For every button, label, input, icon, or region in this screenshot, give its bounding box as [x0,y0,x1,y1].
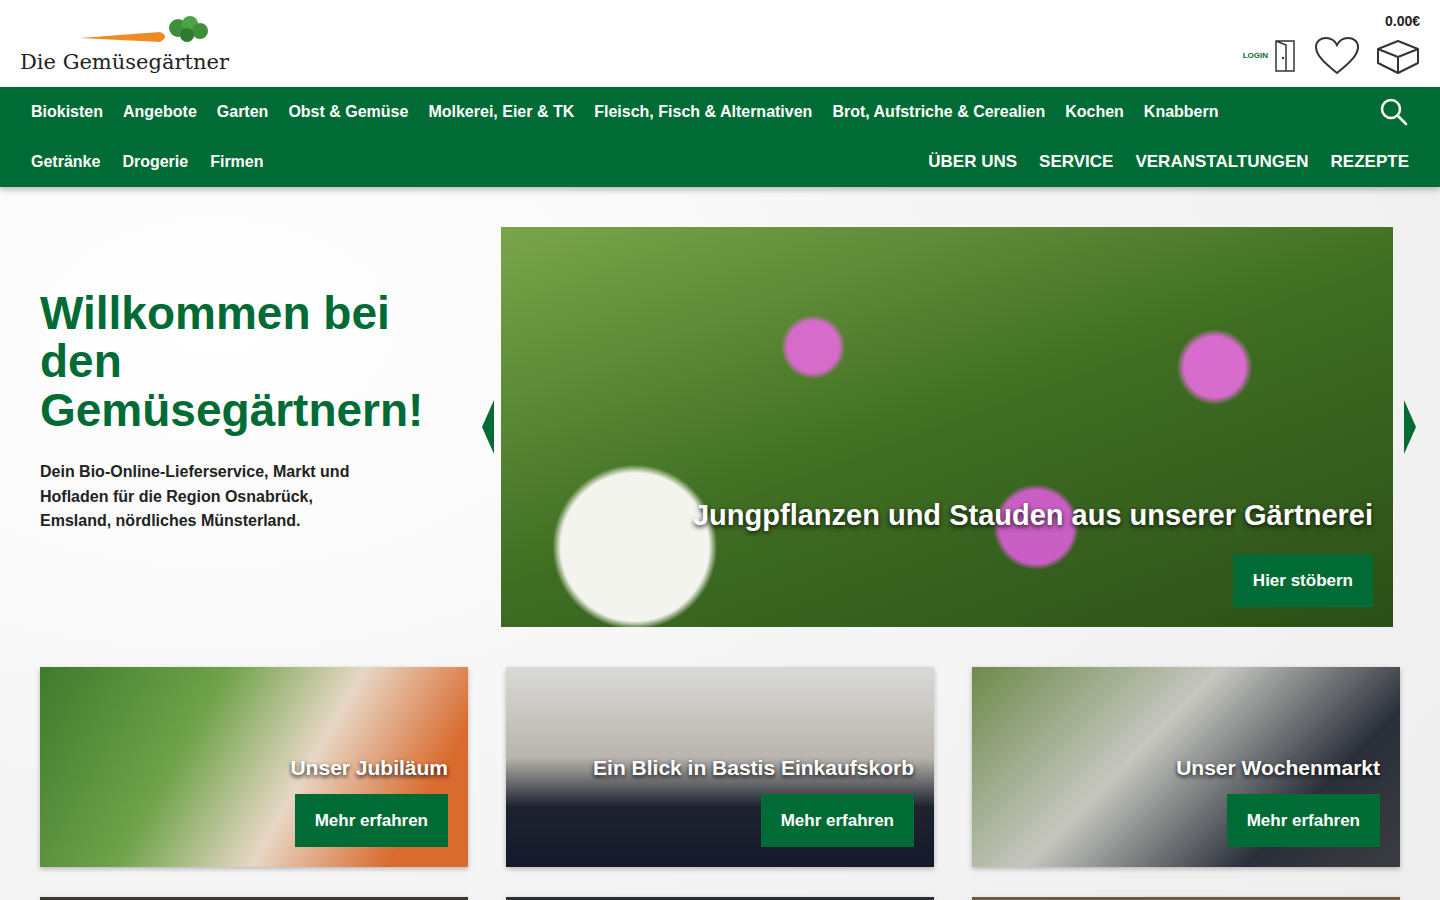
info-link[interactable]: REZEPTE [1331,149,1409,175]
info-link[interactable]: SERVICE [1039,149,1113,175]
chevron-left-icon [480,398,496,456]
nav-main: Biokisten Angebote Garten Obst & Gemüse Molk… [31,100,1379,124]
door-icon [1272,39,1298,73]
teaser-card[interactable] [506,897,934,900]
carousel-slide: Jungpflanzen und Stauden aus unserer Gär… [501,227,1393,627]
nav-link[interactable]: Brot, Aufstriche & Cerealien [832,100,1045,124]
logo-text: Die Gemüsegärtner [20,52,229,73]
cart-total: 0.00€ [1385,11,1420,32]
search-icon[interactable] [1379,97,1409,127]
nav-link[interactable]: Getränke [31,150,100,174]
nav-link[interactable]: Angebote [123,100,197,124]
nav-secondary: Getränke Drogerie Firmen [31,150,264,174]
nav-link[interactable]: Knabbern [1144,100,1219,124]
teaser-card[interactable]: Unser Wochenmarkt Mehr erfahren [972,667,1400,867]
teaser-card[interactable]: Ein Blick in Bastis Einkaufskorb Mehr erf… [506,667,934,867]
cart-box-icon[interactable] [1376,37,1420,75]
hero-subtitle: Dein Bio-Online-Lieferservice, Markt und… [40,460,380,534]
header-icons: LOGIN [1243,36,1420,76]
hero-text: Willkommen bei den Gemüsegärtnern! Dein B… [40,227,475,627]
chevron-right-icon [1402,398,1418,456]
carousel-prev[interactable] [475,227,501,627]
nav-link[interactable]: Garten [217,100,269,124]
carrot-logo-icon [60,14,229,48]
heart-icon[interactable] [1314,36,1360,76]
nav-link[interactable]: Biokisten [31,100,103,124]
nav-link[interactable]: Fleisch, Fisch & Alternativen [594,100,812,124]
slide-caption: Jungpflanzen und Stauden aus unserer Gär… [693,494,1373,538]
teaser-grid: Unser JubiläumMehr erfahrenEin Blick in … [0,627,1440,900]
teaser-title: Ein Blick in Bastis Einkaufskorb [593,752,914,784]
hero: Willkommen bei den Gemüsegärtnern! Dein B… [0,187,1440,627]
info-link[interactable]: VERANSTALTUNGEN [1135,149,1308,175]
main-nav: Biokisten Angebote Garten Obst & Gemüse Molk… [0,87,1440,187]
header-tools: 0.00€ LOGIN [1243,11,1420,76]
nav-link[interactable]: Molkerei, Eier & TK [428,100,574,124]
site-header: Die Gemüsegärtner 0.00€ LOGIN [0,0,1440,87]
nav-row: Biokisten Angebote Garten Obst & Gemüse Molk… [31,87,1409,137]
slide-button[interactable]: Hier stöbern [1233,554,1373,608]
teaser-button[interactable]: Mehr erfahren [295,794,448,848]
teaser-card[interactable]: Unser Jubiläum Mehr erfahren [40,667,468,867]
login-label: LOGIN [1243,50,1268,62]
info-link[interactable]: ÜBER UNS [928,149,1017,175]
teaser-card[interactable] [40,897,468,900]
nav-link[interactable]: Firmen [210,150,263,174]
carousel-next[interactable] [1397,227,1423,627]
nav-link[interactable]: Drogerie [122,150,188,174]
hero-title: Willkommen bei den Gemüsegärtnern! [40,289,445,434]
nav-info: ÜBER UNS SERVICE VERANSTALTUNGEN REZEPTE [928,149,1409,175]
nav-link[interactable]: Obst & Gemüse [288,100,408,124]
teaser-button[interactable]: Mehr erfahren [1227,794,1380,848]
teaser-card[interactable] [972,897,1400,900]
login-link[interactable]: LOGIN [1243,39,1298,73]
nav-row: Getränke Drogerie Firmen ÜBER UNS SERVICE VER… [31,137,1409,187]
nav-link[interactable]: Kochen [1065,100,1124,124]
logo[interactable]: Die Gemüsegärtner [20,14,229,73]
teaser-title: Unser Jubiläum [290,752,448,784]
teaser-title: Unser Wochenmarkt [1176,752,1380,784]
teaser-button[interactable]: Mehr erfahren [761,794,914,848]
